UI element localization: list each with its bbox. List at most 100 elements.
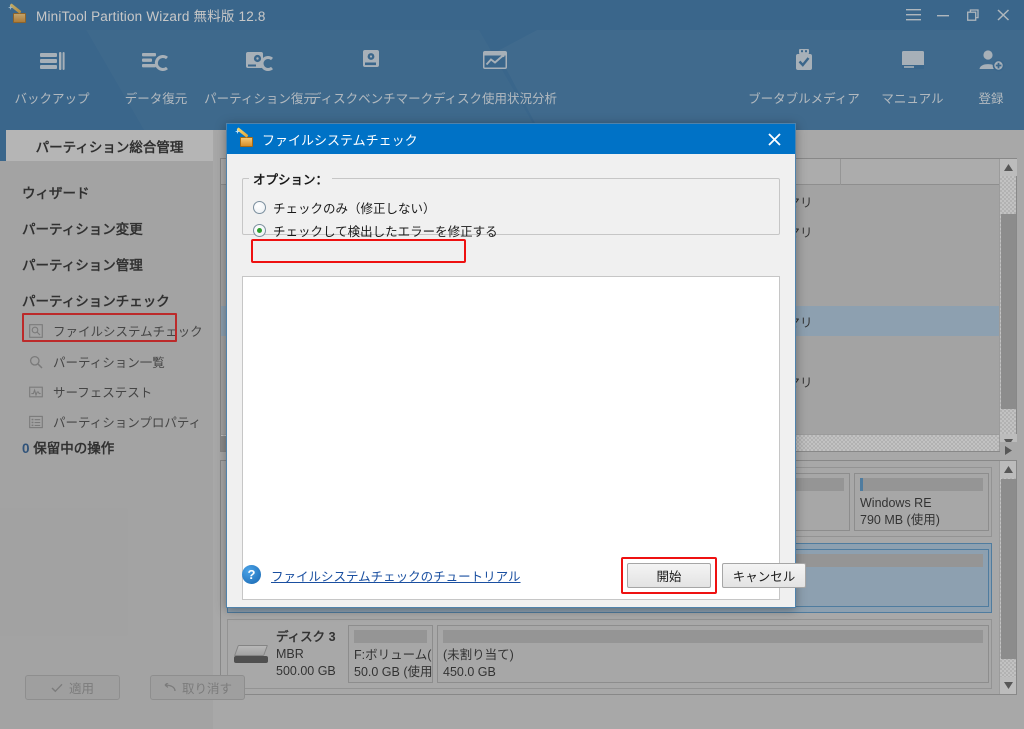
radio-check-only[interactable]: チェックのみ（修正しない） [253, 198, 436, 217]
toolbar-label: ディスクベンチマーク [308, 92, 434, 106]
sidebar-section-partition-check[interactable]: パーティションチェック [22, 290, 170, 310]
sidebar-item-partition-properties[interactable]: パーティションプロパティ [28, 412, 201, 431]
dialog-title-bar: ファイルシステムチェック [227, 124, 795, 154]
apply-button[interactable]: 適用 [25, 675, 120, 700]
partition-recovery-icon [243, 40, 277, 80]
sidebar-item-partition-list[interactable]: パーティション一覧 [28, 352, 165, 371]
sidebar-section-partition-manage[interactable]: パーティション管理 [22, 254, 143, 274]
partition-size: 450.0 GB [443, 665, 496, 679]
partition-label: (未割り当て) [443, 648, 514, 662]
options-group: オプション： チェックのみ（修正しない） チェックして検出したエラーを修正する [242, 169, 780, 239]
disk-name: ディスク 3 [276, 629, 336, 644]
pending-count: 0 [22, 441, 30, 456]
scrollbar-thumb[interactable] [1001, 214, 1016, 409]
toolbar-item-disk-benchmark[interactable]: ディスクベンチマーク [308, 40, 434, 107]
start-button[interactable]: 開始 [627, 563, 711, 588]
undo-button-label: 取り消す [181, 682, 232, 696]
data-recovery-icon [139, 40, 173, 80]
toolbar-label: データ復元 [124, 92, 188, 106]
toolbar-item-data-recovery[interactable]: データ復元 [104, 40, 208, 107]
pending-operations: 0 保留中の操作 [22, 437, 114, 457]
sidebar-header-label: パーティション総合管理 [35, 139, 184, 155]
scroll-up-icon[interactable] [1000, 461, 1016, 478]
toolbar-label: パーティション復元 [204, 92, 316, 106]
scroll-right-icon[interactable] [1000, 442, 1017, 459]
toolbar-item-partition-recovery[interactable]: パーティション復元 [204, 40, 316, 107]
scroll-up-icon[interactable] [1000, 159, 1017, 176]
scroll-down-icon[interactable] [1000, 677, 1016, 694]
sidebar-bottom-bar: 適用 取り消す [0, 660, 245, 729]
cancel-button[interactable]: キャンセル [722, 563, 806, 588]
apply-button-label: 適用 [68, 682, 94, 696]
magnifier-icon [28, 354, 44, 370]
help-icon-label: ? [247, 567, 256, 582]
usage-bar [860, 478, 983, 491]
toolbar-item-bootable-media[interactable]: ブータブルメディア [743, 40, 865, 107]
highlight-box-selected-option [251, 239, 466, 263]
disk-row[interactable]: ディスク 3 MBR 500.00 GB F:ボリューム(N 50.0 GB (… [227, 619, 992, 689]
file-system-check-dialog: ファイルシステムチェック オプション： チェックのみ（修正しない） チェックして… [226, 123, 806, 608]
dialog-close-icon[interactable] [761, 124, 787, 154]
dialog-body: オプション： チェックのみ（修正しない） チェックして検出したエラーを修正する … [227, 154, 806, 607]
radio-label: チェックして検出したエラーを修正する [273, 225, 498, 239]
toolbar: バックアップ データ復元 パーティション復元 ディスクベンチマーク ディスク使用… [0, 30, 1024, 130]
radio-label: チェックのみ（修正しない） [273, 202, 436, 216]
partition-size: 50.0 GB (使用 [354, 665, 433, 679]
register-icon [974, 40, 1008, 80]
disk-icon [233, 645, 269, 663]
title-bar: MiniTool Partition Wizard 無料版 12.8 [0, 0, 1024, 30]
sidebar-section-partition-change[interactable]: パーティション変更 [22, 218, 143, 238]
disk-scheme: MBR [276, 646, 304, 661]
radio-icon-selected[interactable] [253, 224, 266, 237]
toolbar-label: 登録 [978, 92, 1004, 106]
partition-block[interactable]: F:ボリューム(N 50.0 GB (使用 [348, 625, 433, 683]
window-controls [898, 0, 1018, 30]
close-icon[interactable] [988, 1, 1018, 29]
partition-block[interactable]: Windows RE 790 MB (使用) [854, 473, 989, 531]
cancel-button-label: キャンセル [732, 570, 796, 584]
properties-icon [28, 414, 44, 430]
partition-label: Windows RE [860, 496, 932, 510]
restore-icon[interactable] [958, 1, 988, 29]
sidebar-item-surface-test[interactable]: サーフェステスト [28, 382, 152, 401]
toolbar-left-group: バックアップ データ復元 パーティション復元 ディスクベンチマーク ディスク使用… [0, 40, 560, 107]
sidebar: パーティション総合管理 ウィザード パーティション変更 パーティション管理 パー… [0, 130, 245, 729]
sidebar-item-file-system-check[interactable]: ファイルシステムチェック [28, 321, 203, 340]
toolbar-label: ブータブルメディア [748, 92, 860, 106]
toolbar-right-group: ブータブルメディア マニュアル 登録 [743, 40, 1022, 107]
sidebar-section-label: ウィザード [22, 186, 90, 201]
sidebar-section-label: パーティションチェック [22, 294, 170, 309]
bootable-media-icon [787, 40, 821, 80]
tutorial-link[interactable]: ファイルシステムチェックのチュートリアル [271, 566, 521, 585]
dialog-footer: ? ファイルシステムチェックのチュートリアル 開始 キャンセル [227, 555, 806, 607]
sidebar-item-label: サーフェステスト [53, 386, 153, 400]
scrollbar-thumb[interactable] [1001, 479, 1016, 659]
partition-block[interactable]: (未割り当て) 450.0 GB [437, 625, 989, 683]
undo-button[interactable]: 取り消す [150, 675, 245, 700]
start-button-label: 開始 [656, 570, 682, 584]
radio-check-and-fix[interactable]: チェックして検出したエラーを修正する [253, 221, 498, 240]
minimize-icon[interactable] [928, 1, 958, 29]
partition-label: F:ボリューム(N [354, 648, 433, 662]
wizard-icon [235, 127, 255, 149]
disk-texts: ディスク 3 MBR 500.00 GB [276, 629, 336, 680]
partition-size: 790 MB (使用) [860, 513, 940, 527]
disk-info: ディスク 3 MBR 500.00 GB [228, 620, 346, 688]
toolbar-item-register[interactable]: 登録 [960, 40, 1022, 107]
check-icon [51, 683, 63, 692]
toolbar-item-manual[interactable]: マニュアル [865, 40, 960, 107]
sidebar-header: パーティション総合管理 [6, 130, 213, 161]
table-vertical-scrollbar[interactable] [999, 159, 1017, 451]
log-output-area[interactable] [242, 276, 780, 600]
menu-icon[interactable] [898, 1, 928, 29]
manual-icon [896, 40, 930, 80]
help-icon[interactable]: ? [242, 565, 261, 584]
toolbar-item-disk-usage[interactable]: ディスク使用状況分析 [430, 40, 560, 107]
diskmap-vertical-scrollbar[interactable] [999, 461, 1016, 694]
sidebar-section-wizard[interactable]: ウィザード [22, 182, 90, 202]
backup-icon [35, 40, 69, 80]
toolbar-item-backup[interactable]: バックアップ [0, 40, 104, 107]
sidebar-item-label: ファイルシステムチェック [53, 325, 203, 339]
radio-icon[interactable] [253, 201, 266, 214]
disk-usage-icon [478, 40, 512, 80]
